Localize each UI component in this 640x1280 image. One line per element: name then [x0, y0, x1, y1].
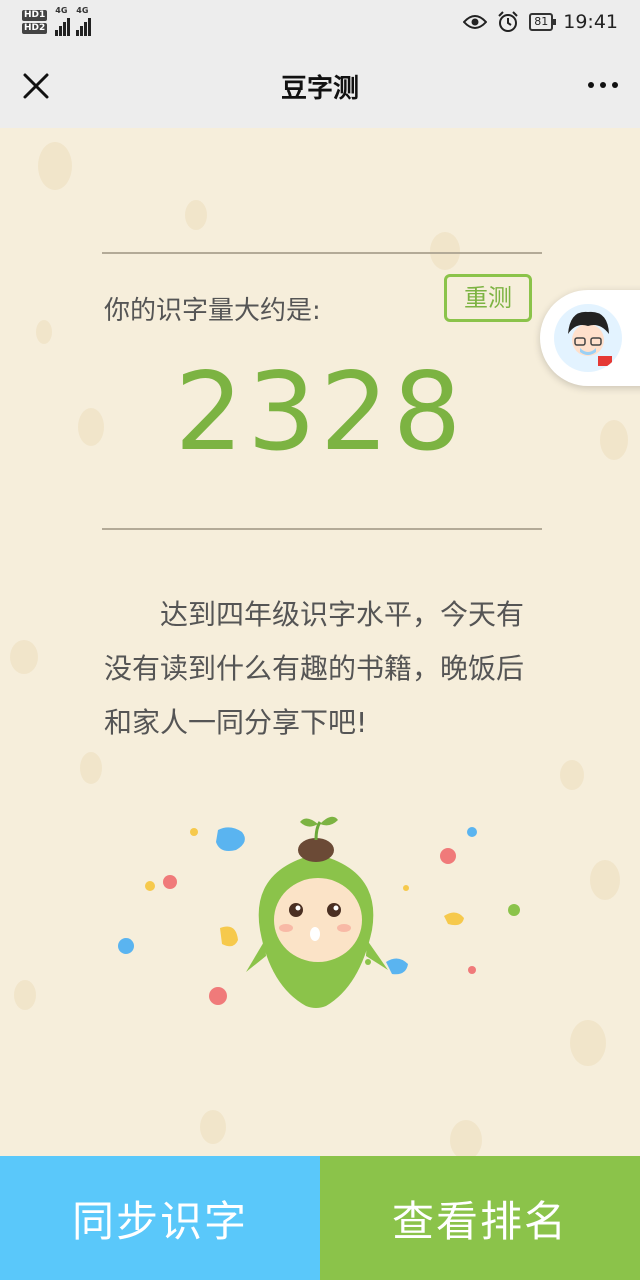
result-message: 达到四年级识字水平，今天有没有读到什么有趣的书籍，晚饭后和家人一同分享下吧! [104, 588, 544, 750]
avatar [554, 304, 622, 372]
result-message-text: 达到四年级识字水平，今天有没有读到什么有趣的书籍，晚饭后和家人一同分享下吧! [104, 598, 525, 739]
signal-icon: 4G [55, 6, 71, 36]
top-divider [102, 252, 542, 254]
alarm-icon [498, 11, 518, 32]
avatar-icon [568, 311, 612, 366]
background-blob [200, 1110, 226, 1144]
background-blob [36, 320, 52, 344]
signal-indicators: 4G 4G [55, 6, 92, 36]
network-type-2: 4G [76, 6, 89, 15]
close-icon[interactable] [22, 72, 50, 100]
background-blob [430, 232, 460, 270]
background-blob [450, 1120, 482, 1160]
hd1-badge: HD1 [22, 10, 48, 21]
literacy-score: 2328 [174, 350, 466, 475]
background-blob [38, 142, 72, 190]
status-time: 19:41 [563, 11, 618, 33]
network-type-1: 4G [55, 6, 68, 15]
eye-icon [463, 15, 488, 29]
signal-icon: 4G [76, 6, 92, 36]
more-icon[interactable] [588, 82, 618, 88]
background-blob [560, 760, 584, 790]
status-bar-right: 81 19:41 [463, 11, 618, 33]
view-ranking-button[interactable]: 查看排名 [320, 1156, 640, 1280]
background-blob [570, 1020, 606, 1066]
title-bar: 豆字测 [0, 44, 640, 128]
result-label: 你的识字量大约是: [104, 296, 321, 326]
status-bar: HD1 HD2 4G 4G 81 19:41 [0, 0, 640, 44]
battery-indicator: 81 [529, 13, 557, 31]
mascot-illustration [118, 816, 520, 1008]
sync-literacy-button[interactable]: 同步识字 [0, 1156, 320, 1280]
background-blob [590, 860, 620, 900]
hd-indicators: HD1 HD2 [22, 10, 48, 34]
background-blob [14, 980, 36, 1010]
status-bar-left: HD1 HD2 4G 4G [22, 6, 92, 36]
background-blob [10, 640, 38, 674]
bottom-divider [102, 528, 542, 530]
floating-avatar-button[interactable] [540, 290, 640, 386]
background-blob [80, 752, 102, 784]
background-blob [185, 200, 207, 230]
hd2-badge: HD2 [22, 23, 48, 34]
retest-button[interactable]: 重测 [444, 274, 532, 322]
page-title: 豆字测 [280, 73, 359, 104]
